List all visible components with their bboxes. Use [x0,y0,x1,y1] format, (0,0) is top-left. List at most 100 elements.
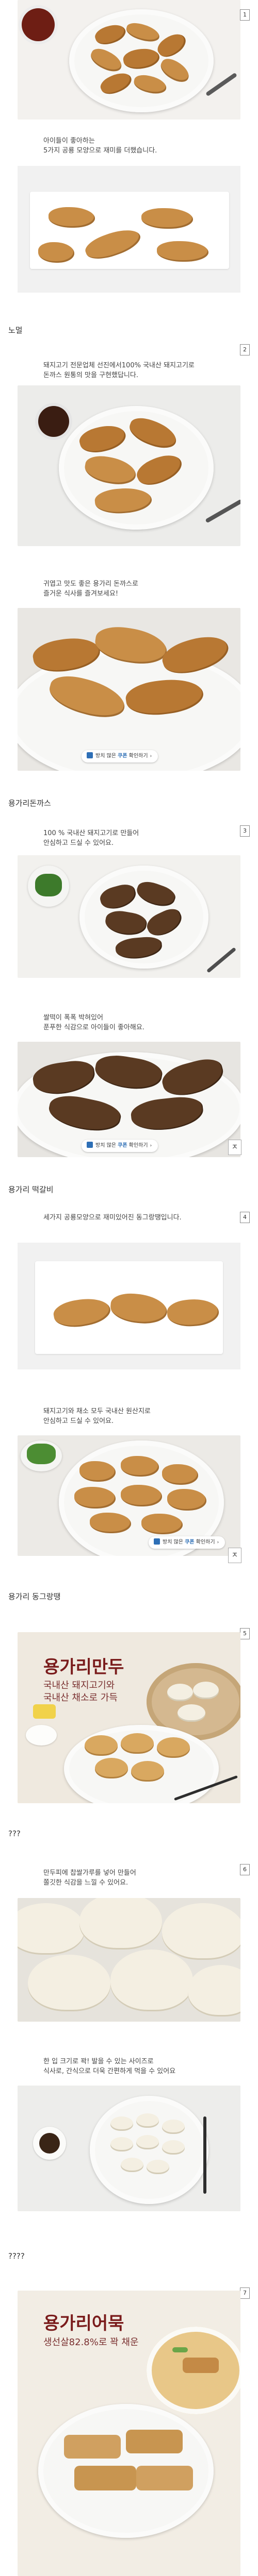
green-onion [172,2347,188,2352]
salad-greens [27,1444,56,1464]
description-line: 아이들이 좋아하는 [43,137,95,145]
steamed-dumpling [188,1965,240,2016]
dino-shape-nugget [49,207,95,228]
chevron-right-icon: › [150,754,152,759]
description-line: 돈까스 원통의 맛을 구현했답니다. [43,371,138,379]
description-line: 쫄깃한 식감을 느낄 수 있어요. [43,1879,128,1887]
description-line: 귀엽고 맛도 좋은 용가리 돈까스로 [43,580,138,588]
steamed-dumpling [193,1682,219,1699]
section-heading: ???? [8,2251,25,2261]
dumpling-closeup-photo [18,1898,240,2022]
eomuk-piece [136,2466,193,2490]
pill-suffix: 확인하기 [196,1539,215,1545]
coupon-check-button[interactable]: 방치 많은 쿠폰 확인하기 › [149,1536,225,1549]
section-heading: 용가리 동그랑땡 [8,1592,61,1601]
chevron-right-icon: › [150,1143,152,1148]
steamed-dumpling [18,1903,85,1955]
section-heading: 노멀 [8,326,23,335]
section-number-badge: 5 [240,1628,250,1639]
section-heading: 용가리 떡갈비 [8,1185,54,1194]
dongeurangttaeng-piece [90,1513,131,1533]
coupon-check-button[interactable]: 방치 많은 쿠폰 확인하기 › [82,1140,158,1152]
section-number-badge: 4 [240,1212,250,1223]
chopsticks [203,2116,206,2194]
coupon-check-button[interactable]: 방치 많은 쿠폰 확인하기 › [82,750,158,762]
product-subtitle: 생선살82.8%로 꽉 채운 [43,2337,139,2348]
dino-shape-nugget [157,241,208,262]
pill-suffix: 확인하기 [128,1143,148,1148]
fried-dumpling [95,1758,128,1778]
description-line: 세가지 공룡모양으로 재미있어진 동그랑땡입니다. [43,1214,182,1222]
section-number-badge: 6 [240,1864,250,1875]
section6-description: 만두피에 찹쌀가루를 넣어 만들어 쫄깃한 식감을 느낄 수 있어요. [43,1868,136,1888]
serving-plate [90,2096,208,2204]
coupon-icon [154,1538,160,1545]
eomuk-hero-photo: 용가리어묵 생선살82.8%로 꽉 채운 [18,2291,240,2576]
description-line: 100 % 국내산 돼지고기로 만들어 [43,829,139,837]
section6-secondary-description: 한 입 크기로 꽉! 발을 수 있는 사이즈로 식사로, 간식으로 더욱 간편하… [43,2057,175,2076]
description-line: 푼푸한 식감으로 아이들이 좋아해요. [43,1024,144,1031]
hero-photo-nuggets-platter [18,0,240,120]
soy-sauce [39,2133,60,2154]
steamed-dumpling [162,1903,240,1960]
pill-highlight: 쿠폰 [185,1539,195,1545]
section1-description: 아이들이 좋아하는 5가지 공룡 모양으로 재미를 더했습니다. [43,136,157,156]
description-line: 돼지고기와 채소 모두 국내산 원산지로 [43,1408,151,1415]
dino-shape-nugget [141,208,193,229]
dongeurangttaeng-piece [74,1487,116,1509]
section-heading: 용가리돈까스 [8,799,51,808]
section-number-badge: 2 [240,344,250,355]
coupon-icon [87,1142,93,1148]
dongeurangttaeng-piece [162,1464,198,1485]
eomuk-piece [126,2430,183,2453]
description-line: 5가지 공룡 모양으로 재미를 더했습니다. [43,147,157,155]
description-line: 식사로, 간식으로 더욱 간편하게 먹을 수 있어요 [43,2067,176,2075]
dongeurangttaeng-piece [79,1461,116,1482]
section-number-badge: 7 [240,2287,250,2299]
dino-shape-nugget [38,242,74,263]
mini-dumpling [121,2158,143,2172]
mandu-hero-photo: 용가리만두 국내산 돼지고기와 국내산 채소로 가득 [18,1632,240,1803]
dongeurangttaeng-plate-photo: 방치 많은 쿠폰 확인하기 › [18,1435,240,1556]
pill-prefix: 방치 많은 [163,1539,183,1545]
tteokgalbi-plate-photo [18,855,240,978]
chevron-right-icon: › [217,1540,219,1545]
product-title: 용가리만두 [43,1657,124,1677]
pill-suffix: 확인하기 [128,753,148,759]
description-line: 안심하고 드실 수 있어요. [43,1417,114,1425]
eomuk-piece [183,2358,219,2373]
mini-dumpling [110,2116,133,2131]
tonkatsu-plate-photo [18,385,240,546]
section3-description: 100 % 국내산 돼지고기로 만들어 안심하고 드실 수 있어요. [43,828,139,848]
tteokgalbi-closeup-photo: 방치 많은 쿠폰 확인하기 › [18,1042,240,1157]
mini-dumpling-plate-photo [18,2086,240,2211]
section4-description: 세가지 공룡모양으로 재미있어진 동그랑땡입니다. [43,1213,182,1223]
dongeurangttaeng-piece [141,1514,183,1534]
sauce-bowl [38,406,69,437]
product-detail-page: 1 아이들이 좋아하는 5가지 공룡 모양으로 재미를 더했습니다. 노멀 2 … [0,0,258,2576]
product-title: 용가리어묵 [43,2313,124,2334]
subtitle-line: 국내산 돼지고기와 [43,1680,115,1691]
eomuk-piece [74,2466,136,2490]
description-line: 돼지고기 전문업체 선진에서100% 국내산 돼지고기로 [43,362,195,369]
dongeurangttaeng-piece [167,1489,206,1511]
coupon-icon [87,752,93,758]
section2-description: 돼지고기 전문업체 선진에서100% 국내산 돼지고기로 돈까스 원통의 맛을 … [43,361,195,380]
steamed-dumpling [167,1684,193,1701]
scroll-top-button[interactable]: ㅈ [228,1140,241,1155]
pill-prefix: 방치 많은 [95,1143,116,1148]
fried-dumpling [121,1733,154,1754]
sauce-bowl [22,8,55,41]
mini-dumpling [136,2135,159,2149]
fried-dumpling [157,1737,190,1758]
description-line: 한 입 크기로 꽉! 발을 수 있는 사이즈로 [43,2058,154,2065]
mini-dumpling [162,2120,185,2134]
description-line: 안심하고 드실 수 있어요. [43,839,114,847]
steamed-dumpling [178,1704,205,1722]
section-number-badge: 3 [240,825,250,837]
scroll-top-button[interactable]: ㅈ [228,1548,241,1563]
section2-secondary-description: 귀엽고 맛도 좋은 용가리 돈까스로 즐거운 식사를 즐겨보세요! [43,579,138,599]
mini-dumpling [162,2140,185,2155]
dongeurangttaeng-piece [121,1485,162,1506]
section-number-badge: 1 [240,9,250,21]
